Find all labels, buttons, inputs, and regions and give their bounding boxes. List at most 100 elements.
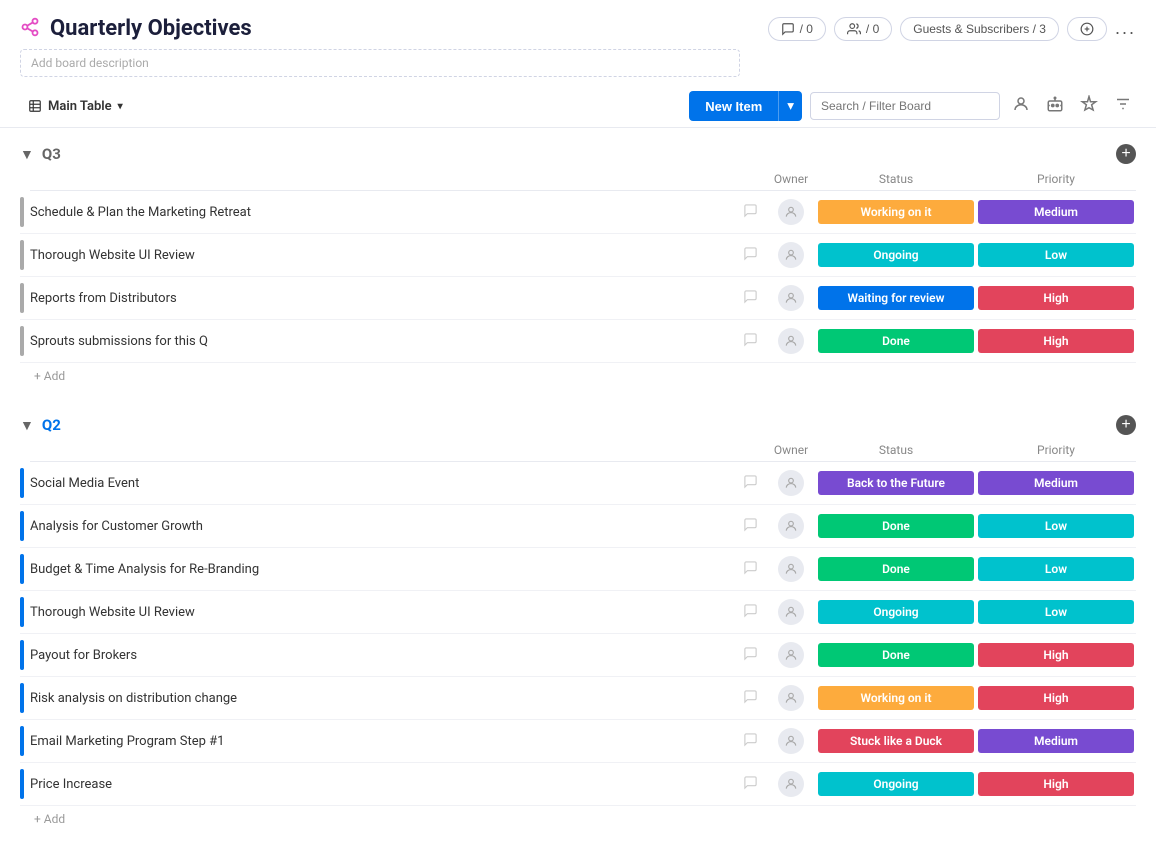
- status-badge[interactable]: Waiting for review: [818, 286, 974, 310]
- pin-icon[interactable]: [1076, 91, 1102, 121]
- priority-cell[interactable]: High: [976, 684, 1136, 712]
- avatar[interactable]: [778, 728, 804, 754]
- comment-icon[interactable]: [743, 474, 762, 493]
- status-cell[interactable]: Done: [816, 327, 976, 355]
- priority-badge[interactable]: High: [978, 772, 1134, 796]
- priority-badge[interactable]: High: [978, 286, 1134, 310]
- status-cell[interactable]: Working on it: [816, 198, 976, 226]
- add-guest-button[interactable]: [1067, 17, 1107, 41]
- status-cell[interactable]: Done: [816, 641, 976, 669]
- priority-cell[interactable]: Medium: [976, 469, 1136, 497]
- avatar[interactable]: [778, 771, 804, 797]
- status-badge[interactable]: Done: [818, 514, 974, 538]
- board-description[interactable]: Add board description: [20, 49, 740, 77]
- table-row[interactable]: Budget & Time Analysis for Re-Branding D…: [20, 548, 1136, 591]
- priority-cell[interactable]: High: [976, 641, 1136, 669]
- new-item-dropdown-button[interactable]: ▾: [778, 91, 802, 121]
- status-badge[interactable]: Done: [818, 643, 974, 667]
- priority-cell[interactable]: High: [976, 770, 1136, 798]
- table-row[interactable]: Sprouts submissions for this Q Done High: [20, 320, 1136, 363]
- priority-badge[interactable]: High: [978, 686, 1134, 710]
- comment-icon[interactable]: [743, 603, 762, 622]
- priority-cell[interactable]: High: [976, 327, 1136, 355]
- priority-badge[interactable]: Low: [978, 243, 1134, 267]
- status-cell[interactable]: Done: [816, 555, 976, 583]
- new-item-button[interactable]: New Item: [689, 91, 778, 121]
- avatar[interactable]: [778, 470, 804, 496]
- status-cell[interactable]: Ongoing: [816, 598, 976, 626]
- team-button[interactable]: / 0: [834, 17, 892, 41]
- priority-cell[interactable]: Low: [976, 598, 1136, 626]
- comment-icon[interactable]: [743, 289, 762, 308]
- status-cell[interactable]: Waiting for review: [816, 284, 976, 312]
- table-row[interactable]: Social Media Event Back to the Future Me…: [20, 462, 1136, 505]
- status-cell[interactable]: Ongoing: [816, 770, 976, 798]
- comment-icon[interactable]: [743, 203, 762, 222]
- comment-icon[interactable]: [743, 689, 762, 708]
- priority-cell[interactable]: High: [976, 284, 1136, 312]
- priority-badge[interactable]: Low: [978, 514, 1134, 538]
- group-add-col-q2[interactable]: +: [1116, 415, 1136, 435]
- status-cell[interactable]: Working on it: [816, 684, 976, 712]
- comment-icon[interactable]: [743, 775, 762, 794]
- table-row[interactable]: Email Marketing Program Step #1 Stuck li…: [20, 720, 1136, 763]
- group-add-col-q3[interactable]: +: [1116, 144, 1136, 164]
- avatar[interactable]: [778, 328, 804, 354]
- priority-badge[interactable]: High: [978, 329, 1134, 353]
- status-badge[interactable]: Ongoing: [818, 772, 974, 796]
- priority-badge[interactable]: Low: [978, 600, 1134, 624]
- status-cell[interactable]: Ongoing: [816, 241, 976, 269]
- priority-cell[interactable]: Low: [976, 512, 1136, 540]
- activity-button[interactable]: / 0: [768, 17, 826, 41]
- main-table-button[interactable]: Main Table ▾: [20, 95, 131, 118]
- table-row[interactable]: Payout for Brokers Done High: [20, 634, 1136, 677]
- table-row[interactable]: Price Increase Ongoing High: [20, 763, 1136, 806]
- status-badge[interactable]: Ongoing: [818, 243, 974, 267]
- more-options-button[interactable]: ...: [1115, 18, 1136, 39]
- add-item-q2[interactable]: + Add: [20, 806, 1136, 832]
- avatar[interactable]: [778, 599, 804, 625]
- table-row[interactable]: Reports from Distributors Waiting for re…: [20, 277, 1136, 320]
- status-badge[interactable]: Done: [818, 329, 974, 353]
- search-input[interactable]: [810, 92, 1000, 120]
- comment-icon[interactable]: [743, 246, 762, 265]
- avatar[interactable]: [778, 642, 804, 668]
- priority-badge[interactable]: High: [978, 643, 1134, 667]
- priority-badge[interactable]: Medium: [978, 200, 1134, 224]
- priority-badge[interactable]: Medium: [978, 729, 1134, 753]
- guests-button[interactable]: Guests & Subscribers / 3: [900, 17, 1059, 41]
- avatar[interactable]: [778, 685, 804, 711]
- status-badge[interactable]: Ongoing: [818, 600, 974, 624]
- status-badge[interactable]: Working on it: [818, 686, 974, 710]
- status-cell[interactable]: Done: [816, 512, 976, 540]
- status-cell[interactable]: Stuck like a Duck: [816, 727, 976, 755]
- priority-cell[interactable]: Medium: [976, 727, 1136, 755]
- priority-badge[interactable]: Low: [978, 557, 1134, 581]
- status-badge[interactable]: Stuck like a Duck: [818, 729, 974, 753]
- comment-icon[interactable]: [743, 732, 762, 751]
- status-badge[interactable]: Working on it: [818, 200, 974, 224]
- robot-icon[interactable]: [1042, 91, 1068, 121]
- table-row[interactable]: Thorough Website UI Review Ongoing Low: [20, 234, 1136, 277]
- group-chevron-q2[interactable]: ▼: [20, 417, 34, 434]
- priority-cell[interactable]: Low: [976, 241, 1136, 269]
- avatar[interactable]: [778, 199, 804, 225]
- add-item-q3[interactable]: + Add: [20, 363, 1136, 389]
- share-icon[interactable]: [20, 17, 40, 41]
- status-badge[interactable]: Back to the Future: [818, 471, 974, 495]
- priority-cell[interactable]: Low: [976, 555, 1136, 583]
- comment-icon[interactable]: [743, 646, 762, 665]
- avatar[interactable]: [778, 513, 804, 539]
- table-row[interactable]: Thorough Website UI Review Ongoing Low: [20, 591, 1136, 634]
- comment-icon[interactable]: [743, 517, 762, 536]
- table-row[interactable]: Risk analysis on distribution change Wor…: [20, 677, 1136, 720]
- comment-icon[interactable]: [743, 560, 762, 579]
- status-badge[interactable]: Done: [818, 557, 974, 581]
- filter-icon[interactable]: [1110, 91, 1136, 121]
- avatar[interactable]: [778, 556, 804, 582]
- person-icon[interactable]: [1008, 91, 1034, 121]
- table-row[interactable]: Analysis for Customer Growth Done Low: [20, 505, 1136, 548]
- priority-cell[interactable]: Medium: [976, 198, 1136, 226]
- status-cell[interactable]: Back to the Future: [816, 469, 976, 497]
- priority-badge[interactable]: Medium: [978, 471, 1134, 495]
